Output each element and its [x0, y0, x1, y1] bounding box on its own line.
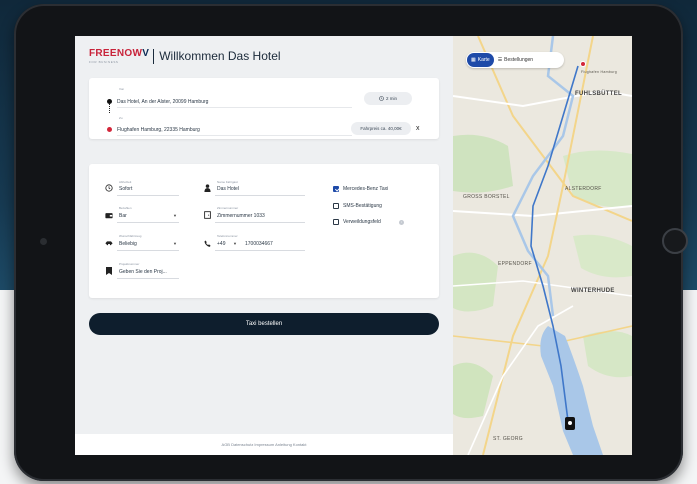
footer-links[interactable]: AGB Datenschutz Impressum Anleitung Kont… — [75, 434, 453, 455]
vehicle-chevron-down-icon[interactable]: ▼ — [173, 241, 177, 246]
eta-badge: 2 min — [364, 92, 412, 105]
camera-dot — [40, 238, 47, 245]
pickup-address-input[interactable]: Das Hotel, An der Alster, 20099 Hamburg — [117, 99, 208, 105]
bookmark-icon — [105, 267, 113, 275]
map-label-gross-borstel: GROSS BORSTEL — [463, 194, 510, 200]
route-card: Von Das Hotel, An der Alster, 20099 Hamb… — [89, 78, 439, 139]
project-underline — [117, 278, 179, 279]
passenger-underline — [215, 195, 305, 196]
logo-text: FREENOWV — [89, 48, 150, 59]
fare-text: Fahrpreis ca. 40,00€ — [360, 126, 402, 131]
map-view-toggle: ▦ Karte ☰ Bestellungen — [466, 52, 564, 68]
mercedes-taxi-checkbox[interactable] — [333, 186, 339, 192]
project-number-input[interactable]: Geben Sie den Proj... — [119, 269, 167, 275]
clock-icon — [105, 184, 113, 192]
eta-text: 2 min — [385, 96, 397, 101]
mercedes-taxi-label: Mercedes-Benz Taxi — [343, 186, 389, 192]
phone-icon — [203, 239, 211, 247]
tab-map[interactable]: ▦ Karte — [467, 53, 494, 67]
destination-underline — [117, 135, 352, 136]
destination-marker-icon[interactable] — [580, 61, 586, 67]
person-icon — [203, 184, 211, 192]
wallet-icon — [105, 211, 113, 219]
payment-label: Bezahlen — [119, 206, 132, 210]
payment-select[interactable]: Bar — [119, 213, 127, 219]
destination-dot-icon — [107, 127, 112, 132]
third-option-checkbox[interactable] — [333, 219, 339, 225]
passenger-name-input[interactable]: Das Hotel — [217, 186, 239, 192]
phone-prefix-select[interactable]: +49 — [217, 241, 225, 247]
phone-label: Telefonnummer — [217, 234, 238, 238]
map-icon: ▦ — [471, 57, 476, 63]
map-label-winterhude: WINTERHUDE — [571, 288, 615, 294]
phone-prefix-chevron-down-icon[interactable]: ▼ — [233, 241, 237, 246]
details-card: Abholzeit Sofort Bezahlen Bar ▼ Wunschfa… — [89, 164, 439, 298]
clear-destination-icon[interactable]: x — [416, 125, 420, 132]
list-icon: ☰ — [497, 57, 503, 63]
freenow-logo: FREENOWV FOR BUSINESS — [89, 48, 149, 64]
vehicle-underline — [117, 250, 179, 251]
sms-confirmation-checkbox[interactable] — [333, 203, 339, 209]
page-title: Willkommen Das Hotel — [159, 49, 281, 63]
logo-subtitle: FOR BUSINESS — [89, 60, 119, 64]
map-canvas — [453, 36, 632, 455]
sms-confirmation-label: SMS-Bestätigung — [343, 203, 382, 209]
pickup-taxi-marker-icon[interactable] — [565, 417, 575, 430]
map-pane[interactable]: ▦ Karte ☰ Bestellungen Flughafen Hamburg… — [453, 36, 632, 455]
room-number-input[interactable]: Zimmernummer 1033 — [217, 213, 265, 219]
pickup-underline — [117, 107, 352, 108]
third-option-label: Verweildungsfeld — [343, 219, 381, 225]
pickup-time-label: Abholzeit — [119, 180, 132, 184]
header-divider — [153, 48, 155, 64]
clock-icon — [379, 96, 384, 101]
room-label: Zimmernummer — [217, 206, 239, 210]
map-label-alsterdorf: ALSTERDORF — [565, 186, 602, 192]
project-label: Projektnummer — [119, 262, 140, 266]
pickup-time-underline — [117, 195, 179, 196]
phone-number-input[interactable]: 1700034667 — [245, 241, 273, 247]
payment-chevron-down-icon[interactable]: ▼ — [173, 213, 177, 218]
payment-underline — [117, 222, 179, 223]
map-label-fuhlsbuettel: FUHLSBÜTTEL — [575, 91, 622, 97]
fare-badge: Fahrpreis ca. 40,00€ — [351, 122, 411, 135]
vehicle-select[interactable]: Beliebig — [119, 241, 137, 247]
room-underline — [215, 222, 305, 223]
car-icon — [105, 239, 113, 247]
book-taxi-button[interactable]: Taxi bestellen — [89, 313, 439, 335]
pickup-time-select[interactable]: Sofort — [119, 186, 132, 192]
route-connector — [109, 104, 110, 113]
home-button[interactable] — [662, 228, 688, 254]
booking-pane: FREENOWV FOR BUSINESS Willkommen Das Hot… — [75, 36, 453, 455]
door-icon — [203, 211, 211, 219]
vehicle-label: Wunschfahrzeug — [119, 234, 142, 238]
phone-underline — [215, 250, 305, 251]
destination-address-input[interactable]: Flughafen Hamburg, 22335 Hamburg — [117, 127, 200, 133]
logo-v-icon: V — [142, 48, 150, 59]
tab-orders[interactable]: ☰ Bestellungen — [494, 53, 537, 67]
map-label-eppendorf: EPPENDORF — [498, 261, 532, 267]
map-label-st-georg: ST. GEORG — [493, 436, 523, 442]
to-label: Zu — [119, 116, 123, 120]
passenger-label: Name Fahrgast — [217, 180, 238, 184]
app-screen: FREENOWV FOR BUSINESS Willkommen Das Hot… — [75, 36, 632, 455]
from-label: Von — [119, 87, 125, 91]
header: FREENOWV FOR BUSINESS Willkommen Das Hot… — [89, 48, 281, 64]
map-label-airport: Flughafen Hamburg — [581, 70, 618, 74]
info-icon[interactable]: i — [399, 220, 404, 225]
